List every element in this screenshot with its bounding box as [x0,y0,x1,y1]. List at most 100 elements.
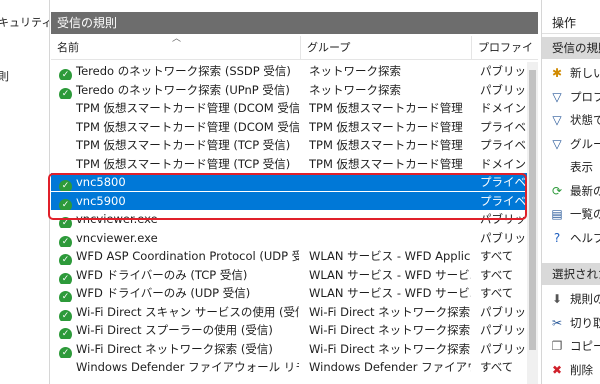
table-row[interactable]: ✓ WFD ドライバーのみ (TCP 受信) WLAN サービス - WFD サービ… [51,266,527,284]
rule-profile-cell: プライベー [480,175,527,189]
rule-group-cell: Windows Defender ファイアウ... [309,360,471,374]
table-row[interactable]: ✓TPM 仮想スマートカード管理 (DCOM 受信)TPM 仮想スマートカード管… [51,118,527,136]
rule-group-cell [309,210,471,228]
rule-name: TPM 仮想スマートカード管理 (TCP 受信) [76,156,291,171]
rule-name-cell: ✓TPM 仮想スマートカード管理 (DCOM 受信) [59,118,299,136]
table-row[interactable]: ✓ Teredo のネットワーク探索 (UPnP 受信) ネットワーク探索 パブリック [51,81,527,99]
table-row[interactable]: ✓ vnc5800 プライベー [51,173,527,191]
rule-name-cell: ✓ vnc5800 [59,173,299,191]
rule-group-cell: TPM 仮想スマートカード管理 [309,101,463,115]
rule-name: Wi-Fi Direct スキャン サービスの使用 (受信) [76,304,299,319]
tree-item-rules[interactable]: 則 [0,68,9,84]
rule-profile-cell: すべて [480,249,514,263]
table-row[interactable]: ✓ WFD ASP Coordination Protocol (UDP 受信) W… [51,247,527,265]
actions-section-inbound[interactable]: 受信の規則 [542,37,600,59]
column-header-name[interactable]: 名前 [51,36,301,60]
action-label: 削除 [570,362,593,377]
rule-profile-cell: すべて [480,360,514,374]
action-label: 規則の無効化 [570,292,600,306]
tree-item-security[interactable]: キュリティ [0,14,49,30]
rule-profile-cell: ドメイン [480,101,526,115]
action-label: 切り取り [570,315,600,330]
table-row[interactable]: ✓TPM 仮想スマートカード管理 (DCOM 受信)TPM 仮想スマートカード管… [51,99,527,117]
action-item[interactable]: ▽ グループでフィルター [542,133,600,155]
table-row[interactable]: ✓ vnc5900 プライベー [51,191,527,210]
rule-group-cell: Wi-Fi Direct ネットワーク探索 [309,341,471,356]
rule-group-cell: Wi-Fi Direct ネットワーク探索 [309,304,471,319]
column-header-bar: ︿ 名前 グループ プロファイ [51,34,538,60]
action-item[interactable]: ❐ コピー [542,335,600,357]
rule-profile-cell: プライベー [480,193,527,208]
rule-profile-cell: すべて [480,286,514,300]
vertical-scrollbar[interactable] [527,62,538,384]
rule-name: Teredo のネットワーク探索 (SSDP 受信) [76,64,291,78]
action-item[interactable]: ▤ 一覧のエクスポート... [542,203,600,225]
rule-name: Windows Defender ファイアウォール リモート... [76,360,299,374]
enabled-check-icon: ✓ [59,328,72,339]
table-row[interactable]: ✓ Teredo のネットワーク探索 (SSDP 受信) ネットワーク探索 パブリック [51,62,527,80]
action-label: グループでフィルター [570,136,600,151]
rule-group-cell: WLAN サービス - WFD Applic... [309,249,471,263]
rule-group-cell [309,173,471,191]
rule-name-cell: ✓ Wi-Fi Direct スキャン サービスの使用 (受信) [59,303,299,321]
rule-name: vncviewer.exe [76,230,158,245]
action-label: ヘルプ [570,230,600,245]
action-label: 新しい規則... [570,66,600,80]
enabled-check-icon: ✓ [59,87,72,99]
enabled-check-icon: ✓ [59,291,72,302]
column-header-group[interactable]: グループ [301,36,472,60]
action-item[interactable]: ✂ 切り取り [542,312,600,334]
rule-name: WFD ドライバーのみ (UDP 受信) [76,286,251,300]
rule-name: TPM 仮想スマートカード管理 (DCOM 受信) [76,101,299,115]
action-item[interactable]: 表示 [542,156,600,178]
action-item[interactable]: ⬇ 規則の無効化 [542,288,600,310]
action-item[interactable]: ⟳ 最新の情報に更新 [542,180,600,202]
help-icon: ? [553,230,561,245]
action-item[interactable]: ✱ 新しい規則... [542,62,600,84]
enabled-check-icon: ✓ [59,346,72,358]
table-row[interactable]: ✓ Wi-Fi Direct ネットワーク探索 (受信) Wi-Fi Direct … [51,340,527,358]
actions-section-selected[interactable]: 選択された項目 [542,263,600,285]
action-item[interactable]: ▽ プロファイルでフィルター [542,86,600,108]
enabled-check-icon: ✓ [59,309,72,321]
table-row[interactable]: ✓ Wi-Fi Direct スキャン サービスの使用 (受信) Wi-Fi Dir… [51,303,527,321]
action-item[interactable]: ? ヘルプ [542,227,600,249]
rule-name-cell: ✓TPM 仮想スマートカード管理 (TCP 受信) [59,136,299,154]
rule-name: vnc5800 [76,175,126,189]
rule-name: WFD ASP Coordination Protocol (UDP 受信) [76,249,299,263]
left-tree-pane: キュリティ 則 [0,0,50,384]
rule-group-cell: TPM 仮想スマートカード管理 [309,119,463,134]
table-row[interactable]: ✓TPM 仮想スマートカード管理 (TCP 受信)TPM 仮想スマートカード管理… [51,155,527,173]
rule-name: TPM 仮想スマートカード管理 (DCOM 受信) [76,119,299,134]
table-row[interactable]: ✓TPM 仮想スマートカード管理 (TCP 受信)TPM 仮想スマートカード管理… [51,136,527,154]
table-row[interactable]: ✓ vncviewer.exe パブリック [51,229,527,247]
table-row[interactable]: ✓ WFD ドライバーのみ (UDP 受信) WLAN サービス - WFD サービ… [51,284,527,302]
action-item[interactable]: ✖ 削除 [542,359,600,381]
enabled-check-icon: ✓ [59,254,72,265]
scrollbar-thumb[interactable] [529,70,536,350]
table-row[interactable]: ✓Windows Defender ファイアウォール リモート...Window… [51,358,527,376]
table-row[interactable]: ✓ vncviewer.exe パブリック [51,210,527,228]
rule-name-cell: ✓ Teredo のネットワーク探索 (SSDP 受信) [59,62,299,80]
rule-group-cell: TPM 仮想スマートカード管理 [309,138,463,152]
rule-name-cell: ✓ vnc5900 [59,192,299,210]
rule-name-cell: ✓ Teredo のネットワーク探索 (UPnP 受信) [59,81,299,99]
rule-profile-cell: パブリック [480,341,527,356]
rule-name: Teredo のネットワーク探索 (UPnP 受信) [76,82,290,97]
rule-name: WFD ドライバーのみ (TCP 受信) [76,267,248,282]
action-item[interactable]: ▽ 状態でフィルター [542,109,600,131]
action-label: 最新の情報に更新 [570,183,600,198]
table-row[interactable]: ✓ Wi-Fi Direct スプーラーの使用 (受信) Wi-Fi Direct … [51,321,527,339]
rule-name-cell: ✓ Wi-Fi Direct ネットワーク探索 (受信) [59,340,299,358]
rule-profile-cell: パブリック [480,64,527,78]
rule-profile-cell: すべて [480,267,514,282]
action-label: 状態でフィルター [570,113,600,127]
enabled-check-icon: ✓ [59,198,72,210]
action-label: コピー [570,339,600,353]
rule-group-cell: WLAN サービス - WFD サービ... [309,286,471,300]
rule-name-cell: ✓Windows Defender ファイアウォール リモート... [59,358,299,376]
rule-name: TPM 仮想スマートカード管理 (TCP 受信) [76,138,291,152]
rule-profile-cell: パブリック [480,82,527,97]
rule-name-cell: ✓ vncviewer.exe [59,210,299,228]
column-header-profile[interactable]: プロファイ [472,36,538,60]
